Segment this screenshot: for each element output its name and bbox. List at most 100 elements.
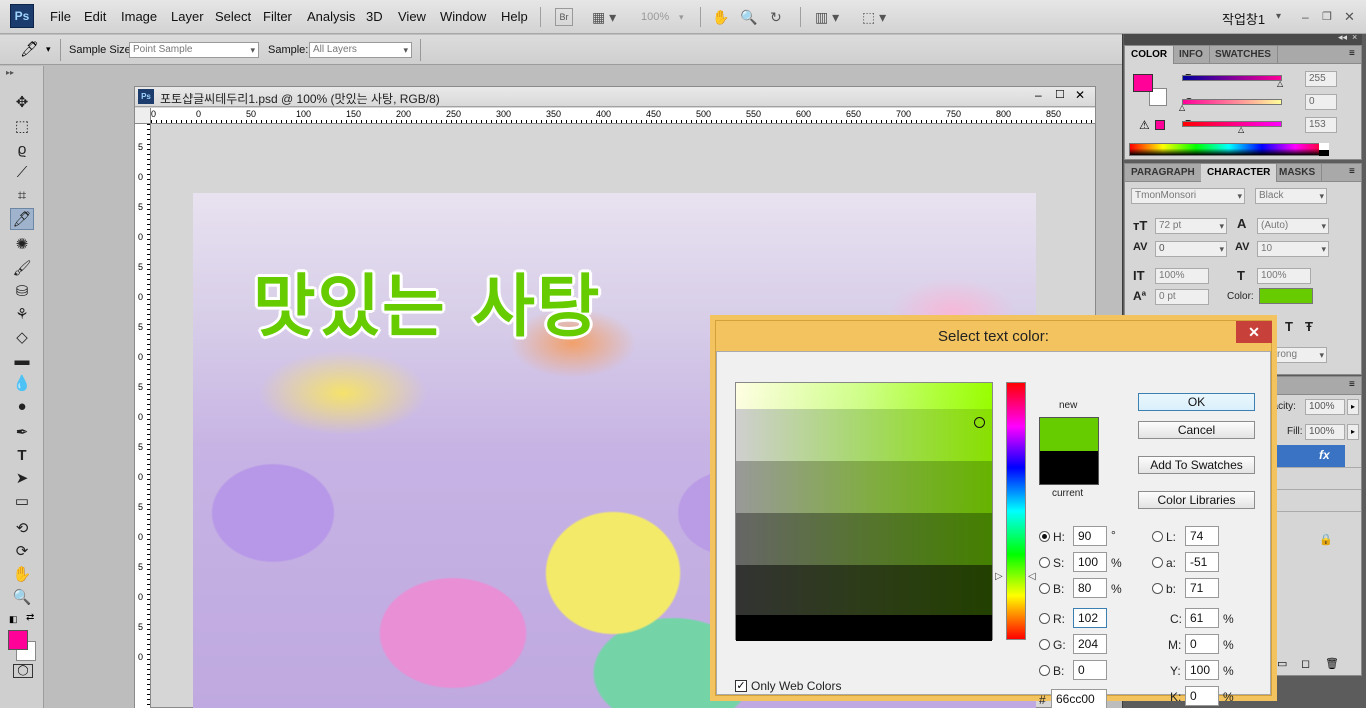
swap-colors-icon[interactable]: ⇄ [26, 612, 34, 623]
hex-field[interactable]: 66cc00 [1051, 689, 1107, 708]
hand-tool-icon[interactable]: ✋ [10, 564, 34, 586]
vertical-scale-field[interactable]: 100% [1155, 268, 1209, 284]
lab-b-field[interactable]: 71 [1185, 578, 1219, 598]
bridge-button[interactable]: Br [555, 8, 573, 26]
screen-mode-icon[interactable]: ⬚ ▾ [862, 8, 886, 26]
b-radio[interactable] [1039, 665, 1050, 676]
add-to-swatches-button[interactable]: Add To Swatches [1138, 456, 1255, 474]
color-libraries-button[interactable]: Color Libraries [1138, 491, 1255, 509]
tab-paragraph[interactable]: PARAGRAPH [1125, 164, 1202, 182]
white-swatch[interactable] [1319, 143, 1329, 150]
horizontal-scale-field[interactable]: 100% [1257, 268, 1311, 284]
arrange-documents-icon[interactable]: ▥ ▾ [815, 8, 839, 26]
menu-analysis[interactable]: Analysis [307, 9, 355, 24]
baseline-shift-field[interactable]: 0 pt [1155, 289, 1209, 305]
menu-file[interactable]: File [50, 9, 71, 24]
anti-alias-select[interactable]: rong ▾ [1273, 347, 1327, 363]
blur-tool-icon[interactable]: 💧 [10, 373, 34, 395]
menu-image[interactable]: Image [121, 9, 157, 24]
eyedropper-tool-icon[interactable]: 🖊 [10, 208, 34, 230]
gamut-warning-icon[interactable]: ⚠ [1139, 118, 1150, 132]
3d-rotate-tool-icon[interactable]: ⟲ [10, 518, 34, 540]
tab-character[interactable]: CHARACTER [1201, 164, 1278, 182]
lab-b-radio[interactable] [1152, 583, 1163, 594]
menu-layer[interactable]: Layer [171, 9, 204, 24]
gradient-tool-icon[interactable]: ▬ [10, 350, 34, 372]
panel-menu-icon[interactable]: ≡ [1349, 48, 1355, 59]
menu-help[interactable]: Help [501, 9, 528, 24]
menu-filter[interactable]: Filter [263, 9, 292, 24]
b-slider[interactable] [1182, 121, 1282, 127]
tool-preset-dropdown-icon[interactable]: ▾ [46, 44, 51, 55]
workspace-dropdown-icon[interactable]: ▾ [1276, 8, 1281, 26]
lasso-tool-icon[interactable]: ϱ [10, 139, 34, 161]
r-value[interactable]: 255 [1305, 71, 1337, 87]
gamut-color-swatch[interactable] [1155, 120, 1165, 130]
brightness-field[interactable]: 80 [1073, 578, 1107, 598]
l-field[interactable]: 74 [1185, 526, 1219, 546]
horizontal-ruler[interactable]: 0 0 50 100 150 200 250 300 350 400 450 5… [151, 108, 1095, 124]
only-web-colors-checkbox[interactable]: ✓ [735, 680, 747, 692]
y-field[interactable]: 100 [1185, 660, 1219, 680]
zoom-tool-icon[interactable]: 🔍 [740, 8, 757, 26]
color-picker-marker[interactable] [974, 417, 985, 428]
cancel-button[interactable]: Cancel [1138, 421, 1255, 439]
shape-tool-icon[interactable]: ▭ [10, 491, 34, 513]
sample-size-select[interactable]: Point Sample ▾ [129, 42, 259, 58]
hue-slider[interactable] [1006, 382, 1026, 640]
slider-thumb-icon[interactable]: △ [1277, 79, 1283, 88]
b-value[interactable]: 153 [1305, 117, 1337, 133]
eyedropper-icon[interactable]: 🖊 [20, 40, 39, 58]
tracking-field[interactable]: 10 ▾ [1257, 241, 1329, 257]
canvas-text-layer[interactable]: 맛있는 사탕 [253, 251, 601, 350]
close-icon[interactable]: ✕ [1236, 321, 1272, 343]
leading-field[interactable]: (Auto) ▾ [1257, 218, 1329, 234]
r-slider[interactable] [1182, 75, 1282, 81]
tab-masks[interactable]: MASKS [1273, 164, 1323, 182]
maximize-icon[interactable]: ☐ [1055, 88, 1065, 101]
menu-edit[interactable]: Edit [84, 9, 106, 24]
document-title-bar[interactable]: Ps 포토샵글씨테두리1.psd @ 100% (맛있는 사탕, RGB/8) … [135, 87, 1095, 107]
slider-thumb-icon[interactable]: △ [1179, 103, 1185, 112]
hue-slider-right-arrow-icon[interactable]: ◁ [1028, 571, 1036, 582]
dodge-tool-icon[interactable]: ● [10, 396, 34, 418]
g-value[interactable]: 0 [1305, 94, 1337, 110]
font-family-select[interactable]: TmonMonsori ▾ [1131, 188, 1245, 204]
s-radio[interactable] [1039, 557, 1050, 568]
quick-select-tool-icon[interactable]: ⟋ [10, 162, 34, 184]
menu-view[interactable]: View [398, 9, 426, 24]
font-size-field[interactable]: 72 pt ▾ [1155, 218, 1227, 234]
close-icon[interactable]: ✕ [1344, 8, 1355, 26]
crop-tool-icon[interactable]: ⌗ [10, 185, 34, 207]
g-radio[interactable] [1039, 639, 1050, 650]
hand-tool-icon[interactable]: ✋ [712, 8, 729, 26]
opacity-field[interactable]: 100% [1305, 399, 1345, 415]
close-icon[interactable]: ✕ [1075, 88, 1085, 102]
panel-menu-icon[interactable]: ≡ [1349, 379, 1355, 390]
ok-button[interactable]: OK [1138, 393, 1255, 411]
default-colors-icon[interactable]: ◧ [9, 614, 18, 625]
sample-select[interactable]: All Layers ▾ [309, 42, 412, 58]
new-group-icon[interactable]: ▭ [1277, 657, 1287, 670]
workspace-switcher[interactable]: 작업창1 [1222, 9, 1265, 28]
vertical-ruler[interactable]: 5 0 5 0 5 0 5 0 5 0 5 0 5 0 5 0 5 0 [135, 124, 151, 708]
marquee-tool-icon[interactable]: ⬚ [10, 116, 34, 138]
history-brush-tool-icon[interactable]: ⚘ [10, 304, 34, 326]
brush-tool-icon[interactable]: 🖌 [10, 258, 34, 280]
new-layer-icon[interactable]: ◻ [1301, 657, 1310, 670]
r-radio[interactable] [1039, 613, 1050, 624]
opacity-arrow-icon[interactable]: ▸ [1347, 399, 1359, 415]
tab-info[interactable]: INFO [1173, 46, 1210, 64]
g-slider[interactable] [1182, 99, 1282, 105]
h-radio[interactable] [1039, 531, 1050, 542]
rotate-view-icon[interactable]: ↻ [770, 8, 782, 26]
zoom-level[interactable]: 100% [641, 8, 669, 26]
kerning-field[interactable]: 0 ▾ [1155, 241, 1227, 257]
slider-thumb-icon[interactable]: △ [1238, 125, 1244, 134]
k-field[interactable]: 0 [1185, 686, 1219, 706]
clone-stamp-tool-icon[interactable]: ⛁ [10, 281, 34, 303]
3d-orbit-tool-icon[interactable]: ⟳ [10, 541, 34, 563]
fill-arrow-icon[interactable]: ▸ [1347, 424, 1359, 440]
l-radio[interactable] [1152, 531, 1163, 542]
quick-mask-icon[interactable]: ◯ [13, 664, 33, 678]
